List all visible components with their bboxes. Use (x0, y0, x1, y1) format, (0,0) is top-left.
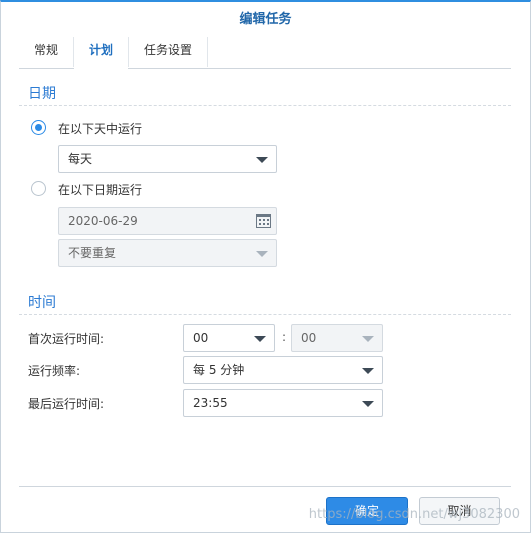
first-run-minute-value: 00 (301, 331, 317, 345)
ok-button[interactable]: 确定 (326, 497, 408, 525)
date-section-title: 日期 (28, 86, 56, 102)
frequency-label: 运行频率: (28, 364, 81, 378)
chevron-down-icon (362, 401, 374, 407)
chevron-down-icon (362, 368, 374, 374)
tab-schedule[interactable]: 计划 (74, 37, 130, 69)
first-run-hour-select[interactable]: 00 (183, 324, 275, 352)
date-field[interactable]: 2020-06-29 (58, 207, 277, 235)
calendar-icon[interactable] (256, 214, 271, 228)
footer-divider (19, 486, 511, 487)
first-run-hour-value: 00 (193, 331, 209, 345)
edit-task-dialog: 编辑任务 常规 计划 任务设置 日期 在以下天中运行 每天 在以下日期运行 20… (0, 0, 531, 533)
dialog-title: 编辑任务 (239, 12, 292, 27)
last-run-value: 23:55 (193, 396, 228, 410)
first-run-label: 首次运行时间: (28, 332, 105, 346)
time-section-divider (19, 314, 511, 315)
time-section-title: 时间 (28, 295, 56, 311)
time-separator: : (282, 330, 287, 344)
day-select[interactable]: 每天 (58, 145, 277, 173)
frequency-value: 每 5 分钟 (193, 363, 245, 377)
first-run-minute-select[interactable]: 00 (291, 324, 383, 352)
chevron-down-icon (256, 251, 268, 257)
frequency-select[interactable]: 每 5 分钟 (183, 356, 383, 384)
repeat-select[interactable]: 不要重复 (58, 239, 277, 267)
run-on-days-label: 在以下天中运行 (58, 122, 143, 136)
date-section-divider (19, 105, 511, 106)
repeat-select-value: 不要重复 (68, 246, 117, 260)
date-field-value: 2020-06-29 (68, 214, 138, 228)
chevron-down-icon (254, 336, 266, 342)
chevron-down-icon (256, 157, 268, 163)
last-run-label: 最后运行时间: (28, 397, 105, 411)
tab-task-settings[interactable]: 任务设置 (129, 37, 209, 67)
day-select-value: 每天 (68, 152, 93, 166)
tab-bar: 常规 计划 任务设置 (19, 37, 511, 69)
cancel-button[interactable]: 取消 (419, 497, 500, 525)
run-on-date-radio[interactable] (31, 181, 46, 196)
chevron-down-icon (362, 336, 374, 342)
run-on-date-label: 在以下日期运行 (58, 183, 143, 197)
run-on-days-radio[interactable] (31, 120, 46, 135)
last-run-select[interactable]: 23:55 (183, 389, 383, 417)
tab-general[interactable]: 常规 (19, 37, 75, 67)
